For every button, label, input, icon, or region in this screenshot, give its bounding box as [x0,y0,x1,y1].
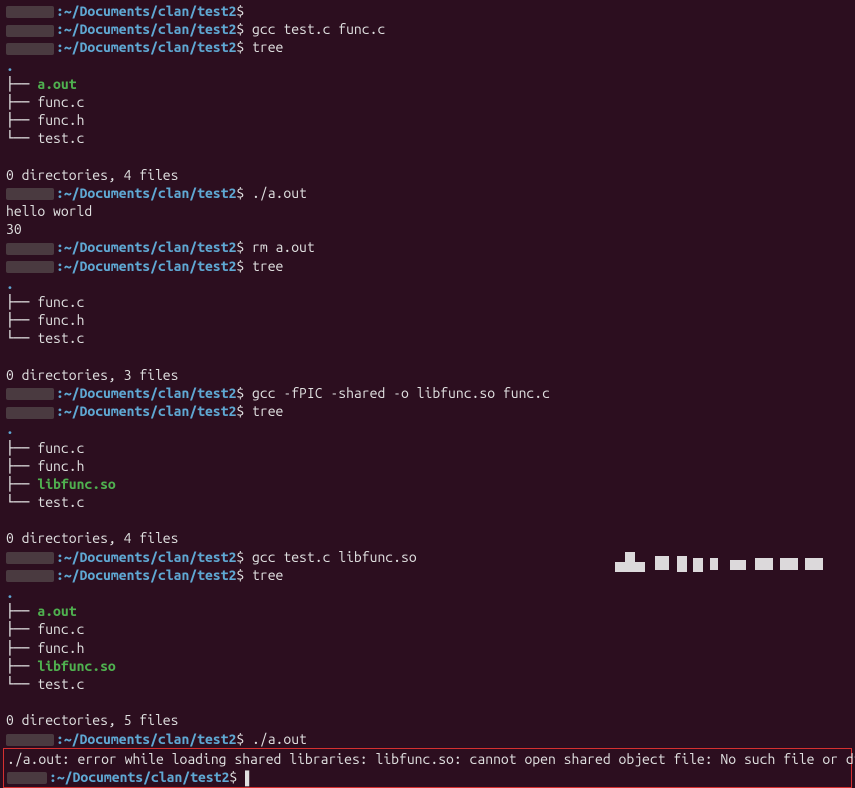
tree-item: ├── func.h [6,457,849,475]
prompt-line-active[interactable]: :~/Documents/clan/test2$ ▌ [7,768,848,786]
terminal-output[interactable]: :~/Documents/clan/test2$ :~/Documents/cl… [6,2,849,788]
error-highlight-box: ./a.out: error while loading shared libr… [3,748,852,788]
cmd-rm: rm a.out [252,239,315,255]
error-message: ./a.out: error while loading shared libr… [7,750,848,768]
tree-item: ├── libfunc.so [6,475,849,493]
tree-root: . [6,57,849,75]
cmd-tree: tree [252,258,283,274]
cmd-run: ./a.out [252,731,307,747]
file-shared-lib: libfunc.so [37,476,115,492]
cmd-run: ./a.out [252,185,307,201]
file-executable: a.out [37,603,76,619]
prompt-line: :~/Documents/clan/test2$ tree [6,257,849,275]
file-executable: a.out [37,76,76,92]
tree-item: └── test.c [6,129,849,147]
file-shared-lib: libfunc.so [37,658,115,674]
prompt-line: :~/Documents/clan/test2$ [6,2,849,20]
tree-item: ├── func.h [6,639,849,657]
output-line: hello world [6,202,849,220]
cmd-gcc-link: gcc test.c libfunc.so [252,549,417,565]
tree-item: ├── func.c [6,93,849,111]
tree-item: └── test.c [6,493,849,511]
cmd-gcc: gcc test.c func.c [252,21,385,37]
tree-item: ├── libfunc.so [6,657,849,675]
tree-summary: 0 directories, 4 files [6,529,849,547]
prompt-line: :~/Documents/clan/test2$ ./a.out [6,184,849,202]
tree-item: ├── func.c [6,293,849,311]
cmd-tree: tree [252,39,283,55]
tree-summary: 0 directories, 4 files [6,166,849,184]
tree-item: ├── func.c [6,439,849,457]
cursor-icon: ▌ [245,769,253,785]
cmd-gcc-shared: gcc -fPIC -shared -o libfunc.so func.c [252,385,550,401]
prompt-line: :~/Documents/clan/test2$ gcc test.c func… [6,20,849,38]
tree-item: ├── a.out [6,602,849,620]
prompt-line: :~/Documents/clan/test2$ tree [6,38,849,56]
tree-item: ├── func.h [6,311,849,329]
output-line: 30 [6,220,849,238]
prompt-line: :~/Documents/clan/test2$ rm a.out [6,238,849,256]
tree-root: . [6,584,849,602]
tree-summary: 0 directories, 5 files [6,711,849,729]
tree-item: ├── a.out [6,75,849,93]
tree-item: └── test.c [6,675,849,693]
prompt-line: :~/Documents/clan/test2$ gcc -fPIC -shar… [6,384,849,402]
cmd-tree: tree [252,403,283,419]
watermark-icon [615,550,845,578]
prompt-line: :~/Documents/clan/test2$ ./a.out [6,730,849,748]
tree-summary: 0 directories, 3 files [6,366,849,384]
tree-item: ├── func.h [6,111,849,129]
cmd-tree: tree [252,567,283,583]
tree-root: . [6,275,849,293]
prompt-line: :~/Documents/clan/test2$ tree [6,402,849,420]
tree-item: └── test.c [6,329,849,347]
tree-item: ├── func.c [6,620,849,638]
tree-root: . [6,420,849,438]
